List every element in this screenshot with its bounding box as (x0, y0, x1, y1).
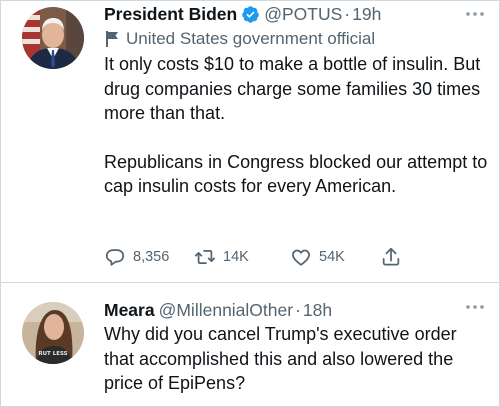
tweet-timestamp[interactable]: 18h (303, 300, 332, 321)
retweet-button[interactable]: 14K (194, 246, 290, 268)
reply-button[interactable]: 8,356 (104, 246, 194, 268)
verified-badge-icon (241, 5, 260, 24)
share-icon (382, 247, 400, 266)
tweet-reply-text: Why did you cancel Trump's executive ord… (104, 324, 457, 393)
tweet-timestamp[interactable]: 19h (352, 4, 381, 25)
tweet-main-header: President Biden @POTUS · 19h (104, 2, 488, 26)
more-icon[interactable] (464, 302, 486, 312)
avatar-shirt-text: RUT LESS (38, 351, 67, 357)
tweet-main[interactable]: President Biden @POTUS · 19h United Stat… (0, 0, 500, 282)
tweet-reply-header: Meara @MillennialOther · 18h (104, 298, 488, 322)
retweet-count: 14K (223, 249, 249, 265)
like-button[interactable]: 54K (290, 246, 380, 268)
tweet-paragraph-2: Republicans in Congress blocked our atte… (104, 151, 488, 197)
author-handle[interactable]: @POTUS (264, 4, 342, 25)
tweet-main-text: It only costs $10 to make a bottle of in… (104, 52, 488, 199)
share-button[interactable] (380, 246, 410, 268)
tweet-actions: 8,356 14K 54K (104, 243, 410, 271)
like-icon (292, 249, 310, 266)
reply-count: 8,356 (133, 249, 170, 265)
like-count: 54K (319, 249, 345, 265)
more-icon[interactable] (464, 9, 486, 19)
tweet-reply[interactable]: RUT LESS Meara @MillennialOther · 18h Wh… (0, 283, 500, 407)
reply-icon (105, 249, 125, 266)
tweet-reply-content: Meara @MillennialOther · 18h Why did you… (104, 298, 488, 396)
author-name[interactable]: President Biden (104, 4, 237, 25)
separator-dot: · (344, 3, 351, 24)
author-name[interactable]: Meara (104, 300, 155, 321)
separator-dot: · (295, 299, 301, 320)
government-label-text: United States government official (126, 29, 376, 48)
government-label[interactable]: United States government official (104, 26, 488, 52)
government-flag-icon (106, 31, 118, 47)
avatar-president-biden[interactable] (22, 7, 84, 69)
author-handle[interactable]: @MillennialOther (159, 300, 293, 321)
tweet-paragraph-1: It only costs $10 to make a bottle of in… (104, 54, 481, 123)
tweet-main-content: President Biden @POTUS · 19h United Stat… (104, 2, 488, 199)
avatar-meara[interactable]: RUT LESS (22, 302, 84, 364)
retweet-icon (194, 249, 216, 265)
